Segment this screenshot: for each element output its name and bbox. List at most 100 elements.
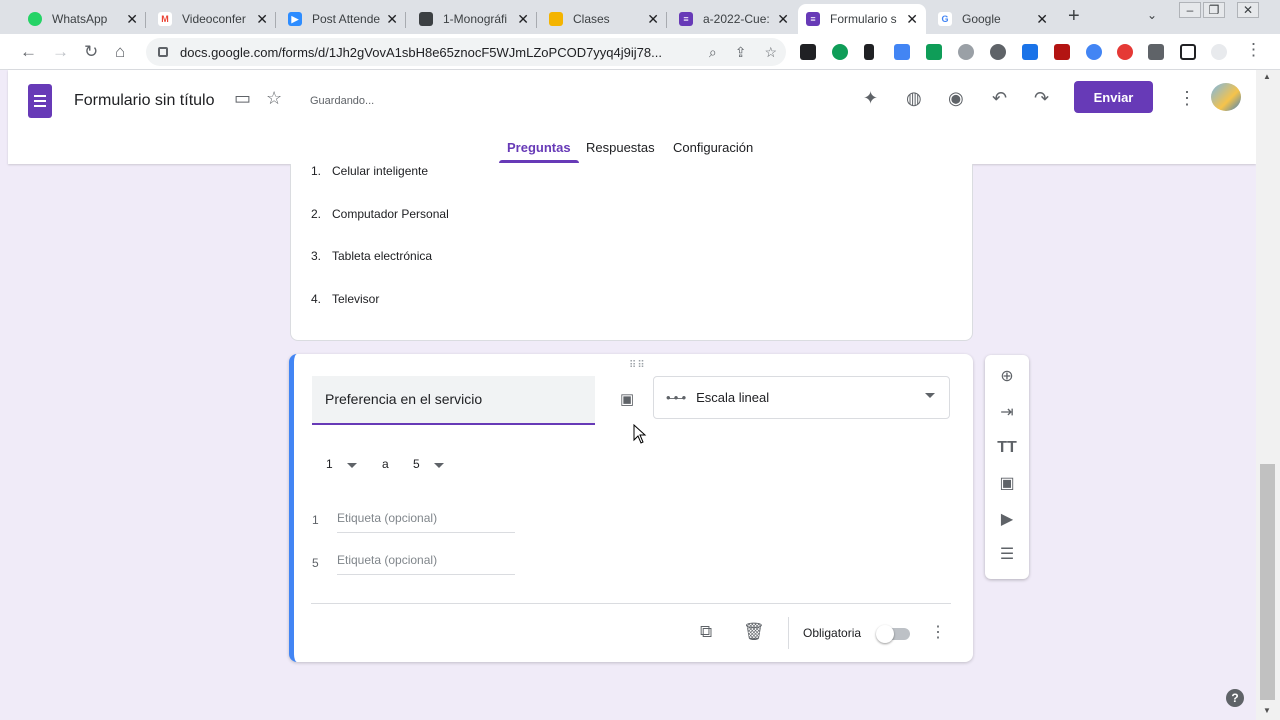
page-scrollbar[interactable]: ▲ ▼ [1256, 70, 1280, 720]
previous-question-card[interactable]: 1. Celular inteligente 2. Computador Perso… [290, 164, 973, 341]
scroll-up-icon[interactable]: ▲ [1263, 72, 1271, 81]
browser-tab[interactable]: G Google ✕ [930, 4, 1056, 34]
saving-status: Guardando... [310, 95, 375, 107]
palette-icon[interactable]: ◍ [906, 88, 922, 109]
label-min-input[interactable]: Etiqueta (opcional) [337, 511, 515, 533]
browser-tab[interactable]: 1-Monográfi ✕ [411, 4, 537, 34]
redo-icon[interactable]: ↷ [1034, 88, 1049, 109]
form-title[interactable]: Formulario sin título [74, 92, 215, 110]
new-tab-button[interactable]: + [1068, 5, 1080, 28]
close-tab-icon[interactable]: ✕ [1036, 11, 1048, 28]
avatar[interactable] [1211, 83, 1241, 111]
label-min-number: 1 [312, 513, 319, 527]
browser-tab[interactable]: M Videoconfer ✕ [150, 4, 276, 34]
link-icon[interactable] [1086, 44, 1102, 60]
add-image-icon[interactable]: ▣ [620, 390, 634, 408]
label-max-input[interactable]: Etiqueta (opcional) [337, 553, 515, 575]
profile-icon[interactable] [1211, 44, 1227, 60]
menu-icon[interactable]: ⋮ [1245, 40, 1262, 60]
close-tab-icon[interactable]: ✕ [386, 11, 398, 28]
close-tab-icon[interactable]: ✕ [777, 11, 789, 28]
browser-tab[interactable]: ≡ a-2022-Cue: ✕ [671, 4, 797, 34]
browser-tab-active[interactable]: ≡ Formulario s ✕ [798, 4, 926, 34]
scrollbar-thumb[interactable] [1260, 464, 1275, 700]
tab-configuracion[interactable]: Configuración [673, 140, 753, 155]
browser-tab[interactable]: Clases ✕ [541, 4, 667, 34]
puzzle-icon[interactable] [1148, 44, 1164, 60]
scale-max-select[interactable]: 5 [413, 457, 420, 471]
browser-tab[interactable]: WhatsApp ✕ [20, 4, 146, 34]
adblock-icon[interactable] [1117, 44, 1133, 60]
question-title-input[interactable]: Preferencia en el servicio [312, 376, 595, 425]
scale-min-select[interactable]: 1 [326, 457, 333, 471]
browser-tab-title: Videoconfer [182, 12, 246, 26]
close-tab-icon[interactable]: ✕ [517, 11, 529, 28]
tab-preguntas[interactable]: Preguntas [499, 140, 579, 163]
add-video-icon[interactable]: ▶ [997, 510, 1017, 530]
dropdown-arrow-icon[interactable] [434, 463, 444, 468]
restore-button[interactable]: ❐ [1203, 2, 1225, 18]
translate-icon[interactable] [894, 44, 910, 60]
folder-icon[interactable]: ▭ [234, 88, 251, 109]
dropdown-arrow-icon[interactable] [347, 463, 357, 468]
send-button[interactable]: Enviar [1074, 81, 1153, 113]
label-max-number: 5 [312, 556, 319, 570]
extension-icon[interactable] [926, 44, 942, 60]
extension-icon[interactable] [832, 44, 848, 60]
minimize-button[interactable]: – [1179, 2, 1201, 18]
question-type-label: Escala lineal [696, 390, 770, 405]
required-toggle[interactable] [876, 625, 910, 643]
bookmark-star-icon[interactable]: ☆ [764, 44, 777, 61]
help-icon[interactable]: ? [1226, 689, 1244, 707]
extension-icon[interactable] [864, 44, 874, 60]
share-icon[interactable]: ⇪ [735, 44, 747, 61]
trash-icon[interactable]: 🗑 [743, 622, 765, 642]
more-options-icon[interactable]: ⋮ [930, 622, 946, 642]
forward-icon[interactable]: → [52, 42, 69, 62]
add-question-icon[interactable]: ⊕ [997, 367, 1017, 387]
back-icon[interactable]: ← [20, 42, 37, 62]
close-tab-icon[interactable]: ✕ [906, 11, 918, 28]
extension-icon[interactable] [1054, 44, 1070, 60]
star-icon[interactable]: ☆ [266, 88, 282, 109]
tab-respuestas[interactable]: Respuestas [586, 140, 655, 155]
extension-icon[interactable] [800, 44, 816, 60]
browser-toolbar: ← → ↻ ⌂ docs.google.com/forms/d/1Jh2gVov… [0, 34, 1280, 70]
zoom-icon[interactable]: ⌕ [709, 44, 717, 61]
more-options-icon[interactable]: ⋮ [1178, 88, 1196, 109]
add-image-icon[interactable]: ▣ [997, 474, 1017, 494]
preview-eye-icon[interactable]: ◉ [948, 88, 964, 109]
browser-tab[interactable]: ▶ Post Attende ✕ [280, 4, 406, 34]
sidepanel-icon[interactable] [1180, 44, 1196, 60]
add-section-icon[interactable]: ☰ [997, 545, 1017, 565]
extension-icon[interactable] [958, 44, 974, 60]
duplicate-icon[interactable]: ⧉ [700, 622, 712, 642]
forms-icon: ≡ [679, 12, 693, 26]
undo-icon[interactable]: ↶ [992, 88, 1007, 109]
addon-icon[interactable]: ✦ [863, 88, 878, 109]
home-icon[interactable]: ⌂ [115, 42, 125, 62]
active-question-card[interactable]: ⠿⠿ Preferencia en el servicio ▣ •–•–• Es… [289, 354, 973, 662]
browser-tab-title: Post Attende [312, 12, 381, 26]
question-type-select[interactable]: •–•–• Escala lineal [653, 376, 950, 419]
zoom-icon: ▶ [288, 12, 302, 26]
scroll-down-icon[interactable]: ▼ [1263, 706, 1271, 715]
close-window-button[interactable]: ✕ [1237, 2, 1259, 18]
tab-search-icon[interactable]: ⌄ [1147, 8, 1157, 22]
close-tab-icon[interactable]: ✕ [647, 11, 659, 28]
import-questions-icon[interactable]: ⇥ [997, 403, 1017, 423]
browser-tab-title: Clases [573, 12, 610, 26]
list-item: 3. Tableta electrónica [311, 249, 433, 263]
list-item: 2. Computador Personal [311, 207, 449, 221]
extension-icon[interactable] [1022, 44, 1038, 60]
reload-icon[interactable]: ↻ [84, 42, 98, 62]
forms-logo-icon[interactable] [28, 84, 52, 118]
close-tab-icon[interactable]: ✕ [256, 11, 268, 28]
browser-tab-title: Google [962, 12, 1001, 26]
add-title-icon[interactable]: TT [997, 438, 1017, 458]
address-bar[interactable]: docs.google.com/forms/d/1Jh2gVovA1sbH8e6… [146, 38, 786, 66]
divider [788, 617, 789, 649]
drag-handle-icon[interactable]: ⠿⠿ [629, 360, 646, 371]
close-tab-icon[interactable]: ✕ [126, 11, 138, 28]
extension-icon[interactable] [990, 44, 1006, 60]
